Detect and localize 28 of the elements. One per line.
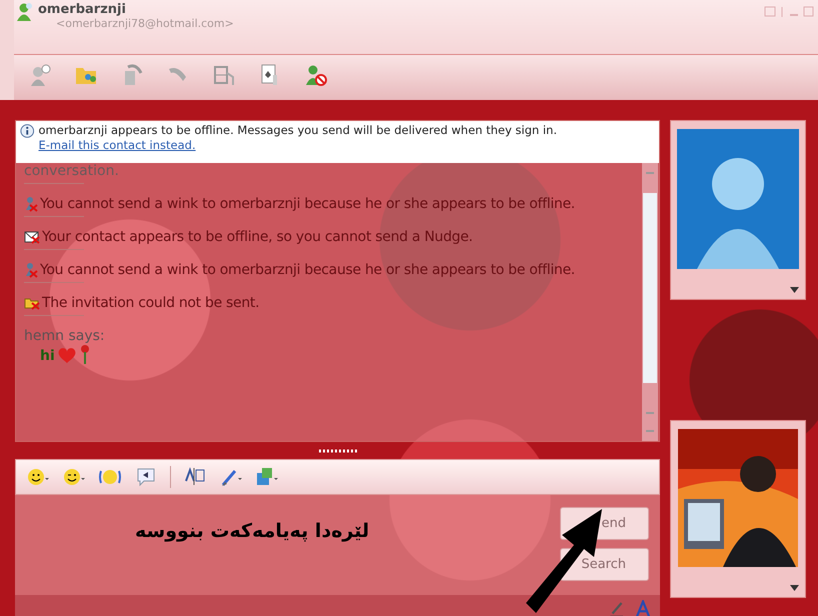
annotation-text: لێرەدا پەیامەکەت بنووسە [135, 520, 370, 542]
add-contact-icon[interactable] [28, 63, 52, 88]
notice-text: You cannot send a wink to omerbarznji because he or she appears to be offline. [40, 262, 575, 278]
info-icon [20, 123, 35, 139]
message-text: conversation. [24, 163, 120, 179]
offline-notice: omerbarznji appears to be offline. Messages you send will be delivered when they sign in. E-mail this contact instead. [38, 123, 558, 154]
contact-avatar-icon [677, 129, 799, 269]
rose-emoticon-icon [78, 344, 91, 364]
contact-email: <omerbarznji78@hotmail.com> [56, 17, 234, 30]
notice-text: The invitation could not be sent. [42, 295, 260, 311]
message-input[interactable]: لێرەدا پەیامەکەت بنووسە [15, 495, 560, 595]
scrollbar[interactable] [641, 163, 659, 441]
block-contact-icon[interactable] [304, 63, 328, 88]
message-text: hi [40, 348, 55, 364]
notice-text: You cannot send a wink to omerbarznji because he or she appears to be offline. [40, 196, 575, 212]
heart-emoticon-icon [56, 346, 77, 364]
folder-blocked-icon [24, 296, 40, 310]
sender-label: hemn says: [24, 328, 106, 344]
person-blocked-icon [24, 262, 38, 278]
person-blocked-icon [24, 196, 38, 212]
dropdown-icon[interactable] [790, 585, 799, 591]
email-contact-link[interactable]: E-mail this contact instead. [38, 138, 196, 152]
notice-text: Your contact appears to be offline, so you cannot send a Nudge. [42, 229, 473, 245]
contact-status-icon [16, 2, 34, 22]
contact-name: omerbarznji [38, 2, 127, 17]
dropdown-icon[interactable] [790, 287, 799, 293]
resize-handle[interactable] [318, 448, 358, 452]
envelope-blocked-icon [24, 230, 40, 244]
